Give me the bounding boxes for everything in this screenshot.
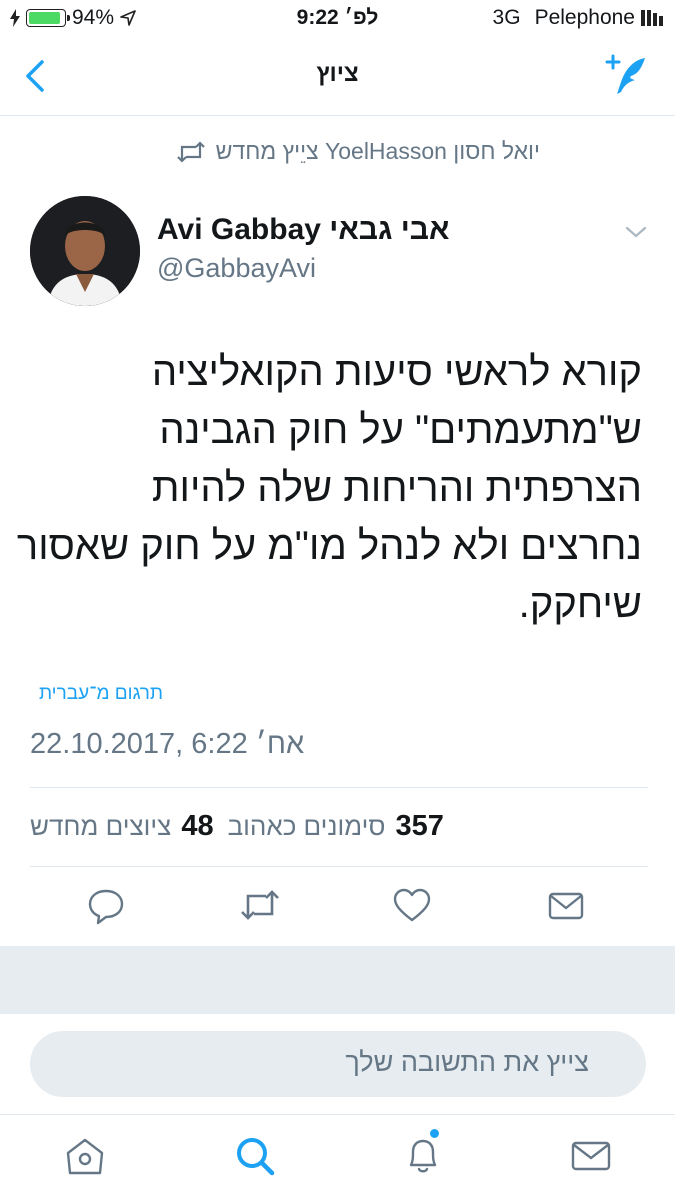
tab-bar [0,1114,675,1200]
carrier-name: Pelephone [534,6,635,29]
avatar[interactable] [30,196,140,306]
tweet-text-line: ש"מתעמתים" על חוק הגבינה [159,408,642,452]
envelope-icon [546,886,586,926]
tab-search[interactable] [232,1133,278,1179]
tweet-text: קורא לראשי סיעות הקואליציה ש"מתעמתים" על… [16,343,642,633]
translate-link[interactable]: תרגום מ־עברית [39,683,163,705]
tweet-timestamp: 22.10.2017, 6:22 אח׳ [30,728,305,760]
display-name[interactable]: Avi Gabbay אבי גבאי [157,213,449,247]
notification-dot [430,1129,439,1138]
tab-messages[interactable] [568,1133,614,1179]
network-type: 3G [492,6,521,29]
home-icon [62,1133,108,1179]
reply-input[interactable]: צייץ את התשובה שלך [30,1031,646,1097]
likes-label: סימונים כאהוב [227,811,386,841]
page-title: ציוץ [316,60,359,87]
user-handle[interactable]: @GabbayAvi [157,253,316,284]
like-button[interactable] [392,886,432,926]
retweet-button[interactable] [238,886,279,926]
reply-icon [86,886,126,926]
retweet-icon [176,140,206,163]
tweet-text-line: שיחקק. [518,582,642,626]
tweet-menu-caret[interactable] [622,222,650,242]
envelope-icon [568,1133,614,1179]
retweets-count: 48 [181,810,214,842]
retweet-context-label: יואל חסון YoelHasson ציֵיץ מחדש [215,138,540,164]
tab-notifications[interactable] [400,1129,446,1179]
status-bar: 94% 9:22 לפ׳ 3G Pelephone [0,0,675,38]
tab-home[interactable] [62,1133,108,1179]
retweets-stat[interactable]: 48 ציוצים מחדש [30,810,214,843]
tweet-actions [0,880,675,940]
tweet-text-line: קורא לראשי סיעות הקואליציה [151,350,642,394]
likes-stat[interactable]: 357 סימונים כאהוב [214,810,444,843]
retweet-icon [238,886,279,926]
divider [30,787,648,788]
reply-button[interactable] [86,886,126,926]
tweet-text-line: נחרצים ולא לנהל מו"מ על חוק שאסור [16,524,642,568]
share-dm-button[interactable] [546,886,586,926]
tweet-text-line: הצרפתית והריחות שלה להיות [151,466,642,510]
reply-placeholder: צייץ את התשובה שלך [345,1047,589,1077]
nav-bar: ציוץ [0,38,675,116]
status-right: 3G Pelephone [493,6,663,30]
tweet-stats: 357 סימונים כאהוב 48 ציוצים מחדש [30,810,444,843]
divider [30,866,648,867]
likes-count: 357 [395,810,444,842]
signal-bars-icon [641,10,663,26]
chevron-down-icon [622,222,650,242]
compose-tweet-button[interactable] [601,52,653,100]
heart-icon [392,886,432,926]
section-separator [0,946,675,1014]
retweets-label: ציוצים מחדש [30,811,172,841]
bell-icon [400,1129,446,1179]
search-icon [232,1133,278,1179]
retweet-context[interactable]: יואל חסון YoelHasson ציֵיץ מחדש [176,138,540,165]
compose-tweet-icon [601,52,653,100]
